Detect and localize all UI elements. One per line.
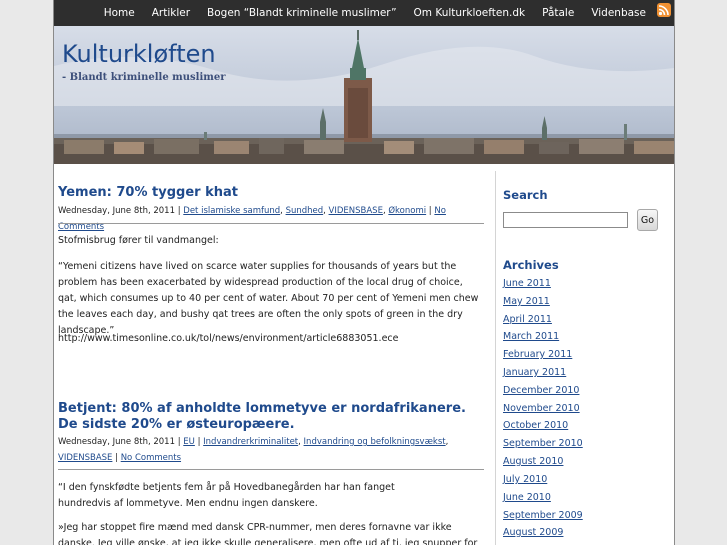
- archive-link[interactable]: January 2011: [503, 367, 566, 378]
- nav-om[interactable]: Om Kulturkloeften.dk: [414, 7, 526, 19]
- archive-link[interactable]: June 2011: [503, 278, 551, 289]
- archives-heading: Archives: [503, 258, 559, 272]
- category-link[interactable]: Økonomi: [388, 206, 426, 216]
- post-meta: Wednesday, June 8th, 2011 | Det islamisk…: [58, 206, 446, 232]
- divider: [58, 469, 484, 470]
- archive-link[interactable]: March 2011: [503, 331, 559, 342]
- nav-home[interactable]: Home: [104, 7, 135, 19]
- archive-link[interactable]: September 2009: [503, 510, 583, 521]
- post-paragraph: Stofmisbrug fører til vandmangel:: [58, 235, 219, 246]
- category-link[interactable]: VIDENSBASE: [58, 453, 112, 463]
- post-paragraph: “I den fynskfødte betjents fem år på Hov…: [58, 482, 395, 509]
- archive-link[interactable]: August 2009: [503, 527, 563, 538]
- category-link[interactable]: EU: [183, 437, 195, 447]
- post-paragraph: http://www.timesonline.co.uk/tol/news/en…: [58, 333, 399, 344]
- header-banner: Kulturkløften - Blandt kriminelle muslim…: [54, 26, 674, 164]
- post-title[interactable]: Yemen: 70% tygger khat: [58, 185, 238, 201]
- archive-link[interactable]: September 2010: [503, 438, 583, 449]
- search-heading: Search: [503, 188, 548, 202]
- post-paragraph: “Yemeni citizens have lived on scarce wa…: [58, 261, 479, 336]
- archive-link[interactable]: November 2010: [503, 403, 580, 414]
- archive-link[interactable]: August 2010: [503, 456, 563, 467]
- nav-patale[interactable]: Påtale: [542, 7, 574, 19]
- post-title[interactable]: Betjent: 80% af anholdte lommetyve er no…: [58, 401, 468, 433]
- category-link[interactable]: Indvandring og befolkningsvækst: [304, 437, 446, 447]
- category-link[interactable]: VIDENSBASE: [329, 206, 383, 216]
- post-meta: Wednesday, June 8th, 2011 | EU | Indvand…: [58, 437, 449, 463]
- archive-link[interactable]: October 2010: [503, 420, 568, 431]
- post-date: Wednesday, June 8th, 2011: [58, 437, 175, 447]
- category-link[interactable]: Sundhed: [286, 206, 324, 216]
- post-1: Yemen: 70% tygger khat: [58, 185, 238, 201]
- comments-link[interactable]: No Comments: [121, 453, 181, 463]
- search-go-button[interactable]: Go: [637, 209, 658, 231]
- rss-icon[interactable]: [657, 3, 671, 17]
- nav-artikler[interactable]: Artikler: [152, 7, 190, 19]
- post-date: Wednesday, June 8th, 2011: [58, 206, 175, 216]
- sidebar-divider: [495, 171, 496, 545]
- archive-link[interactable]: February 2011: [503, 349, 572, 360]
- site-title[interactable]: Kulturkløften: [62, 40, 216, 68]
- archive-link[interactable]: May 2011: [503, 296, 550, 307]
- post-paragraph: »Jeg har stoppet fire mænd med dansk CPR…: [58, 522, 478, 545]
- category-link[interactable]: Det islamiske samfund: [183, 206, 280, 216]
- nav-videnbase[interactable]: Videnbase: [591, 7, 646, 19]
- site-tagline: - Blandt kriminelle muslimer: [62, 72, 226, 83]
- page-container: Home Artikler Bogen “Blandt kriminelle m…: [53, 0, 675, 545]
- top-navigation: Home Artikler Bogen “Blandt kriminelle m…: [54, 0, 674, 27]
- category-link[interactable]: Indvandrerkriminalitet: [203, 437, 298, 447]
- archive-link[interactable]: June 2010: [503, 492, 551, 503]
- nav-bogen[interactable]: Bogen “Blandt kriminelle muslimer”: [207, 7, 396, 19]
- divider: [58, 223, 484, 224]
- nav-menu: Home Artikler Bogen “Blandt kriminelle m…: [87, 0, 646, 26]
- archive-link[interactable]: July 2010: [503, 474, 547, 485]
- archive-link[interactable]: December 2010: [503, 385, 579, 396]
- search-input[interactable]: [503, 212, 628, 228]
- archive-link[interactable]: April 2011: [503, 314, 552, 325]
